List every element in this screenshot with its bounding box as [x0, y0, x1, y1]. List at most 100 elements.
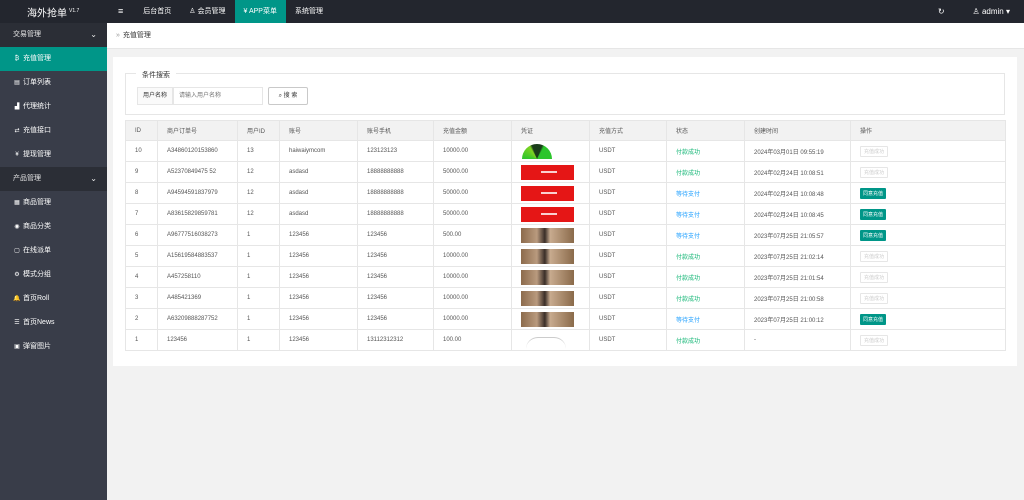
- proof-thumbnail[interactable]: [521, 164, 574, 180]
- cell-action: 同意充值: [850, 203, 1006, 225]
- table-header-row: ID 商户订单号 用户ID 账号 账号手机 充值金额 凭证 充值方式 状态 创建…: [125, 120, 1006, 141]
- sidebar-item-agent-stats[interactable]: ▟ 代理统计: [0, 95, 107, 119]
- proof-thumbnail[interactable]: [521, 290, 574, 306]
- cell-action: 充值成功: [850, 245, 1006, 267]
- grid-icon: ▦: [14, 200, 20, 206]
- col-id: ID: [125, 120, 158, 141]
- proof-thumbnail[interactable]: [521, 206, 574, 222]
- cell-created: 2024年03月01日 09:55:19: [744, 140, 851, 162]
- username-input[interactable]: [173, 87, 263, 105]
- double-chevron-icon: »: [116, 32, 120, 39]
- cell-id: 1: [125, 329, 158, 351]
- table-row: 2 A63209888287752 1 123456 123456 10000.00 USD…: [125, 308, 1006, 330]
- cell-account: asdasd: [279, 203, 358, 225]
- cell-method: USDT: [589, 203, 667, 225]
- sidebar-item-label: 弹窗图片: [23, 343, 51, 350]
- sidebar-item-label: 商品管理: [23, 199, 51, 206]
- nav-app-menu[interactable]: ¥ APP菜单: [234, 0, 286, 23]
- table-row: 5 A15619584883537 1 123456 123456 10000.00 USD…: [125, 245, 1006, 267]
- sidebar-item-news[interactable]: ☰ 首页News: [0, 311, 107, 335]
- cell-uid: 1: [237, 245, 280, 267]
- menu-toggle-icon[interactable]: ≡: [107, 0, 134, 23]
- cell-created: 2024年02月24日 10:08:51: [744, 161, 851, 183]
- cell-status: 付款成功: [666, 287, 745, 309]
- cell-id: 2: [125, 308, 158, 330]
- sidebar-item-recharge-api[interactable]: ⇄ 充值接口: [0, 119, 107, 143]
- cell-phone: 123456: [357, 245, 434, 267]
- cell-account: 123456: [279, 287, 358, 309]
- exchange-icon: ⇄: [14, 128, 20, 134]
- cell-order: A485421369: [157, 287, 238, 309]
- col-uid: 用户ID: [237, 120, 280, 141]
- cell-created: 2023年07月25日 21:05:57: [744, 224, 851, 246]
- cell-action: 同意充值: [850, 308, 1006, 330]
- sidebar-item-popup-images[interactable]: ▣ 弹窗图片: [0, 335, 107, 359]
- search-fieldset: 条件搜索 用户名称 ⌕ 搜 索: [125, 70, 1005, 115]
- status-text: 付款成功: [676, 149, 701, 156]
- sidebar-item-recharge[interactable]: ₿ 充值管理: [0, 47, 107, 71]
- col-proof: 凭证: [511, 120, 590, 141]
- col-action: 操作: [850, 120, 1006, 141]
- sidebar-item-label: 商品分类: [23, 223, 51, 230]
- sidebar-item-label: 首页News: [23, 319, 55, 326]
- cell-phone: 123456: [357, 224, 434, 246]
- col-account: 账号: [279, 120, 358, 141]
- nav-members[interactable]: ♙ 会员管理: [180, 0, 234, 23]
- cell-action: 同意充值: [850, 224, 1006, 246]
- cell-created: 2023年07月25日 21:00:58: [744, 287, 851, 309]
- cell-order: A94594591837979: [157, 182, 238, 204]
- approve-button[interactable]: 同意充值: [860, 313, 887, 325]
- proof-thumbnail[interactable]: [521, 269, 574, 285]
- cell-proof: [511, 245, 590, 267]
- sidebar-item-categories[interactable]: ◉ 商品分类: [0, 215, 107, 239]
- table-row: 10 A34860120153860 13 haiwaiymcom 123123123 1…: [125, 140, 1006, 162]
- admin-menu[interactable]: ♙ admin ▾: [955, 0, 1024, 23]
- cell-account: 123456: [279, 266, 358, 288]
- nav-system-label: 系统管理: [294, 8, 323, 15]
- sidebar-item-orders[interactable]: ▤ 订单列表: [0, 71, 107, 95]
- proof-thumbnail[interactable]: [521, 311, 574, 327]
- app-logo[interactable]: 海外抢单 V1.7: [0, 0, 107, 23]
- nav-home[interactable]: 后台首页: [134, 0, 180, 23]
- cell-proof: [511, 266, 590, 288]
- sidebar-group-products[interactable]: 产品管理 ⌄: [0, 167, 107, 191]
- sidebar-item-label: 充值接口: [23, 127, 51, 134]
- status-text: 等待支付: [676, 317, 701, 324]
- sidebar-item-withdraw[interactable]: ¥ 提现管理: [0, 143, 107, 167]
- sidebar-item-roll[interactable]: 🔔 首页Roll: [0, 287, 107, 311]
- sidebar-group-trade[interactable]: 交易管理 ⌄: [0, 23, 107, 47]
- cell-method: USDT: [589, 287, 667, 309]
- proof-thumbnail[interactable]: [526, 337, 566, 349]
- sidebar-item-dispatch[interactable]: ▢ 在线派单: [0, 239, 107, 263]
- cell-proof: [511, 224, 590, 246]
- sidebar-item-mode-groups[interactable]: ⚙ 模式分组: [0, 263, 107, 287]
- proof-thumbnail[interactable]: [521, 227, 574, 243]
- cell-uid: 1: [237, 287, 280, 309]
- approve-button[interactable]: 同意充值: [860, 208, 887, 220]
- cell-action: 充值成功: [850, 329, 1006, 351]
- cell-uid: 12: [237, 203, 280, 225]
- approve-button[interactable]: 同意充值: [860, 229, 887, 241]
- news-icon: ☰: [14, 320, 20, 326]
- user-icon: ♙: [972, 7, 982, 16]
- breadcrumb-current: 充值管理: [122, 32, 151, 39]
- cell-uid: 1: [237, 329, 280, 351]
- cell-amount: 100.00: [433, 329, 512, 351]
- search-button[interactable]: ⌕ 搜 索: [268, 87, 308, 105]
- cell-uid: 1: [237, 224, 280, 246]
- recharge-table: ID 商户订单号 用户ID 账号 账号手机 充值金额 凭证 充值方式 状态 创建…: [125, 120, 1006, 351]
- proof-thumbnail[interactable]: [521, 185, 574, 201]
- proof-thumbnail[interactable]: [522, 143, 552, 159]
- sidebar-item-label: 模式分组: [23, 271, 51, 278]
- approve-button[interactable]: 同意充值: [860, 187, 887, 199]
- cell-uid: 1: [237, 308, 280, 330]
- cell-amount: 50000.00: [433, 161, 512, 183]
- table-row: 9 A52370849475 52 12 asdasd 18888888888 50000…: [125, 161, 1006, 183]
- cell-proof: [511, 140, 590, 162]
- nav-system[interactable]: 系统管理: [286, 0, 332, 23]
- sidebar-item-goods[interactable]: ▦ 商品管理: [0, 191, 107, 215]
- cell-proof: [511, 161, 590, 183]
- chevron-up-icon: ⌄: [90, 30, 97, 39]
- refresh-icon[interactable]: ↻: [928, 0, 955, 23]
- proof-thumbnail[interactable]: [521, 248, 574, 264]
